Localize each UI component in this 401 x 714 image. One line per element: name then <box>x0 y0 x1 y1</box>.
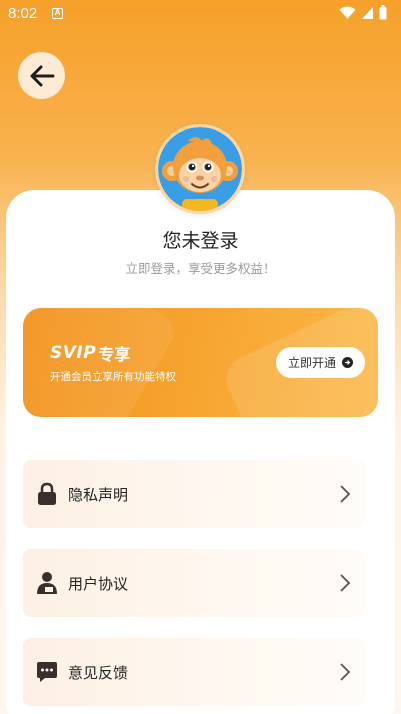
menu-item-feedback[interactable]: 意见反馈 <box>23 638 365 706</box>
lock-icon <box>38 482 56 505</box>
chevron-right-icon <box>340 663 351 681</box>
status-icons <box>339 5 387 20</box>
signal-icon <box>362 6 373 19</box>
login-title[interactable]: 您未登录 <box>0 226 401 253</box>
svip-logo: SVIP <box>50 343 97 363</box>
back-button[interactable] <box>18 52 65 99</box>
arrow-left-icon <box>30 65 54 86</box>
status-time: 8:02 <box>8 5 38 22</box>
feedback-icon <box>37 662 57 682</box>
monkey-avatar-icon <box>158 127 242 211</box>
menu-item-label: 隐私声明 <box>68 486 129 504</box>
arrow-right-circle-icon <box>342 357 353 368</box>
menu-item-agreement[interactable]: 用户协议 <box>23 549 365 617</box>
open-vip-label: 立即开通 <box>287 356 336 370</box>
vip-banner[interactable]: SVIP 专享 开通会员立享所有功能特权 立即开通 <box>23 308 378 417</box>
menu-item-label: 意见反馈 <box>68 664 129 682</box>
user-icon <box>37 572 57 594</box>
status-bar: 8:02 A <box>0 0 401 28</box>
battery-icon <box>379 5 387 20</box>
menu-item-label: 用户协议 <box>68 575 129 593</box>
chevron-right-icon <box>340 485 351 503</box>
open-vip-button[interactable]: 立即开通 <box>276 347 365 378</box>
wifi-icon <box>339 6 356 19</box>
chevron-right-icon <box>340 574 351 592</box>
vip-title: SVIP 专享 <box>50 341 130 365</box>
notification-icon: A <box>52 8 63 19</box>
avatar[interactable] <box>155 124 245 214</box>
login-subtitle: 立即登录，享受更多权益！ <box>125 261 276 276</box>
vip-description: 开通会员立享所有功能特权 <box>50 371 176 383</box>
vip-exclusive-label: 专享 <box>98 345 131 364</box>
menu-item-privacy[interactable]: 隐私声明 <box>23 460 365 528</box>
